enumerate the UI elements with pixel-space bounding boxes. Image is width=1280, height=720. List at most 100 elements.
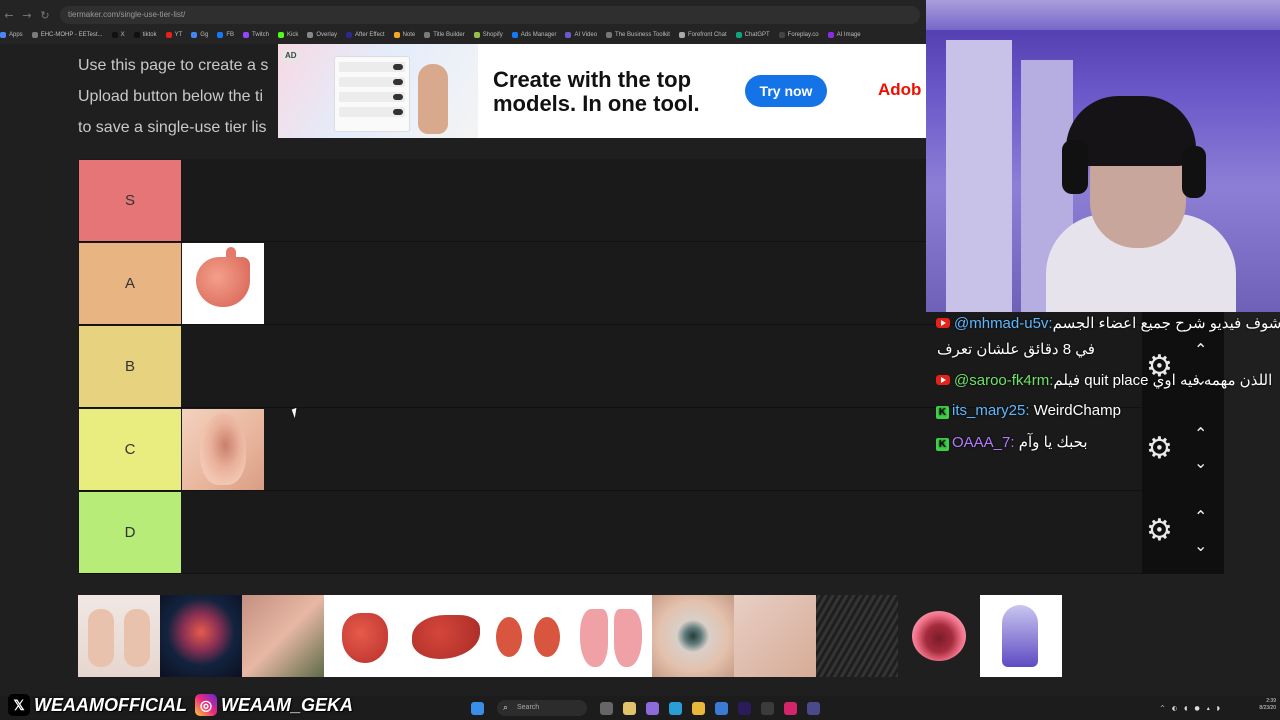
bookmark-icon [165,31,172,38]
windows-start-icon[interactable] [471,701,484,715]
bookmark-item[interactable]: Overlay [307,31,337,38]
obs-icon[interactable] [761,701,774,715]
bookmark-item[interactable]: Gg [191,31,208,38]
eye-item[interactable] [652,595,734,677]
bookmark-icon [678,31,685,38]
back-icon[interactable]: ← [0,9,18,22]
bookmark-icon [242,31,249,38]
bookmark-item[interactable]: Shopify [473,31,503,38]
ad-badge: AD [282,50,300,61]
chrome-icon[interactable] [692,701,705,715]
bookmark-icon [393,31,400,38]
volume-icon[interactable]: ◖ [1184,705,1187,712]
chevron-up-icon[interactable]: ⌃ [1194,426,1207,442]
toggle-icon [393,64,403,70]
reload-icon[interactable]: ↻ [36,9,54,22]
gear-icon[interactable]: ⚙ [1146,434,1173,464]
forward-icon[interactable]: → [18,9,36,22]
liver-item[interactable] [406,595,488,677]
bookmark-icon [735,31,742,38]
file-explorer-icon[interactable] [623,701,636,715]
url-bar[interactable]: tiermaker.com/single-use-tier-list/ [60,6,920,24]
copilot-icon[interactable] [646,701,659,715]
bookmark-item[interactable]: AI Video [565,31,597,38]
chat-username: @saroo-fk4rm: [954,372,1054,389]
bookmark-item[interactable]: Ads Manager [511,31,556,38]
bookmark-item[interactable]: After Effect [346,31,385,38]
feet-item[interactable] [734,595,816,677]
tier-label[interactable]: A [79,243,181,324]
bookmark-item[interactable]: YT [165,31,182,38]
app-icon[interactable] [784,701,797,715]
bookmark-item[interactable]: The Business Toolkit [606,31,670,38]
bookmark-label: tiktok [142,31,157,38]
tier-items[interactable] [182,492,1142,573]
chevron-up-icon[interactable]: ^ [1160,705,1165,712]
kidneys-item[interactable] [488,595,570,677]
bookmark-label: Kick [287,31,299,38]
bookmark-icon [473,31,480,38]
ad-banner[interactable]: AD Create with the top models. In one to… [278,44,926,138]
hair-item[interactable] [816,595,898,677]
stomach-image [196,257,250,307]
bookmark-item[interactable]: Forefront Chat [678,31,727,38]
tier-label[interactable]: S [79,160,181,241]
iron-item[interactable] [980,595,1062,677]
taskbar-apps: Search [466,698,825,718]
tier-label[interactable]: D [79,492,181,573]
task-view-icon[interactable] [600,701,613,715]
background-door [946,40,1012,312]
speaker-icon[interactable]: ◗ [1217,705,1220,712]
bookmark-item[interactable]: ChatGPT [735,31,770,38]
mouth-item[interactable] [898,595,980,677]
tier-row-d[interactable]: D [78,491,1142,574]
headphone-icon [1062,140,1088,194]
ear-item[interactable] [182,409,264,490]
bookmark-item[interactable]: FB [217,31,234,38]
clock[interactable]: 2:39 8/23/20 [1242,698,1276,712]
tier-items[interactable] [182,326,1142,407]
bookmark-item[interactable]: Title Builder [424,31,465,38]
system-tray: ^ ◐ ◖ ● ▴ ◗ [1160,699,1227,717]
bookmark-item[interactable]: Note [393,31,415,38]
mic-icon[interactable]: ● [1194,705,1199,712]
chevron-up-icon[interactable]: ⌃ [1194,509,1207,525]
bookmark-item[interactable]: X [111,31,125,38]
taskbar-search[interactable]: Search [497,700,587,716]
wifi-icon[interactable]: ▴ [1207,705,1210,712]
lungs-item[interactable] [570,595,652,677]
bookmark-item[interactable]: Twitch [242,31,269,38]
chat-username: OAAA_7: [952,434,1015,451]
heart-item[interactable] [324,595,406,677]
bookmark-item[interactable]: EHC-MOHP - EETest... [31,31,103,38]
brain-item[interactable] [160,595,242,677]
bookmark-item[interactable]: Kick [278,31,299,38]
chevron-up-icon[interactable]: ⌃ [1194,342,1207,358]
bookmark-label: After Effect [355,31,385,38]
try-now-button[interactable]: Try now [745,75,827,107]
gear-icon[interactable]: ⚙ [1146,516,1173,546]
ad-panel-row [339,77,405,87]
youtube-icon [936,318,950,328]
chevron-down-icon[interactable]: ⌄ [1194,455,1207,471]
network-icon[interactable]: ◐ [1172,705,1177,712]
stomach-item[interactable] [182,243,264,324]
bookmark-icon [511,31,518,38]
bookmark-item[interactable]: AI Image [827,31,861,38]
premiere-icon[interactable] [738,701,751,715]
nose-item[interactable] [242,595,324,677]
bookmark-item[interactable]: Apps [0,31,23,38]
chat-text: فيلم quit place اللذن مهمه فيه اوي [1053,372,1273,389]
clock-date: 8/23/20 [1259,705,1276,711]
toggle-icon [393,79,403,85]
tier-label[interactable]: C [79,409,181,490]
chevron-down-icon[interactable]: ⌄ [1194,538,1207,554]
app-icon[interactable] [807,701,820,715]
edge-icon[interactable] [669,701,682,715]
tier-label[interactable]: B [79,326,181,407]
tier-row-b[interactable]: B [78,325,1142,408]
hands-item[interactable] [78,595,160,677]
bookmark-item[interactable]: tiktok [133,31,157,38]
store-icon[interactable] [715,701,728,715]
bookmark-item[interactable]: Foreplay.co [778,31,819,38]
